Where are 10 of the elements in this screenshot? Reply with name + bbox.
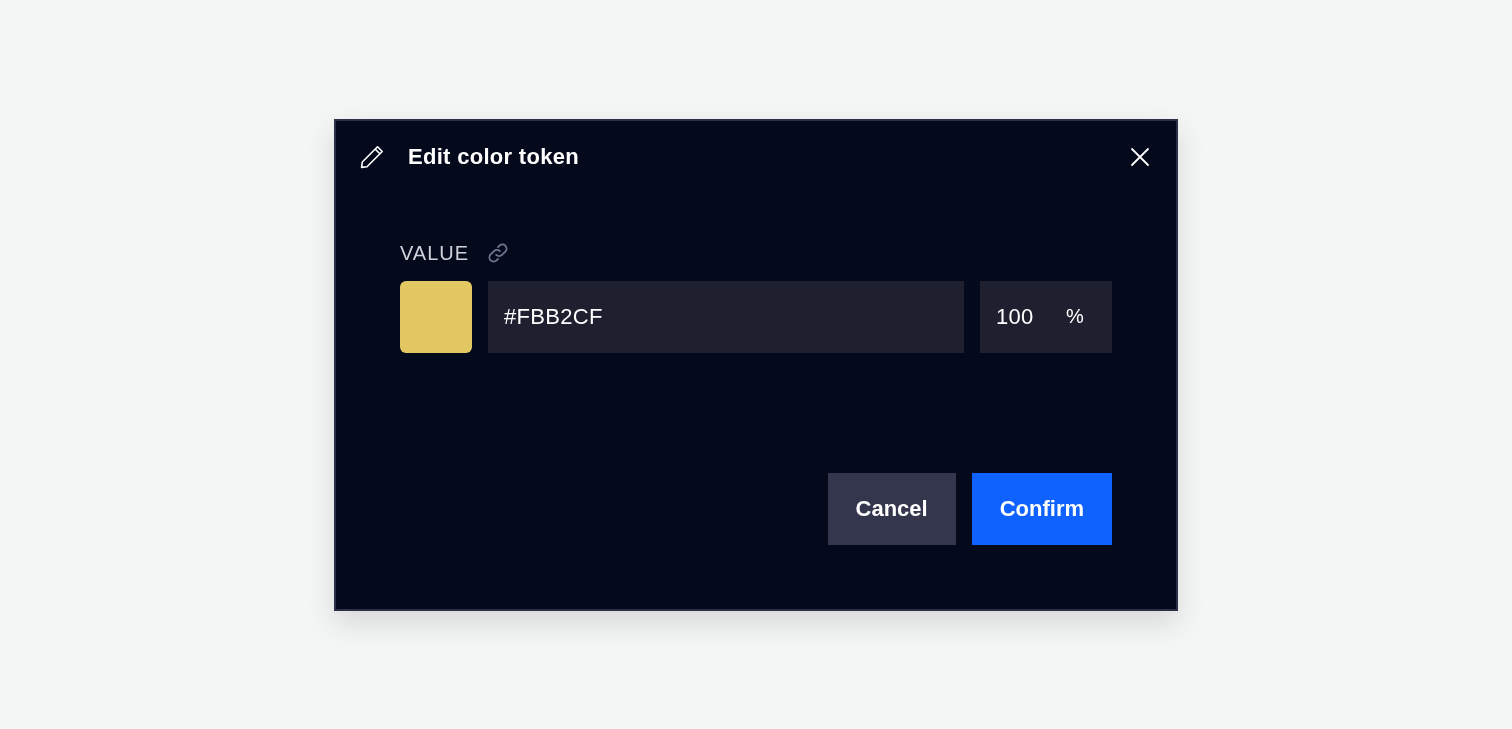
color-swatch-icon[interactable] — [400, 280, 472, 353]
opacity-input[interactable]: 100 % — [980, 280, 1112, 353]
value-label: VALUE — [400, 240, 470, 265]
percent-unit: % — [1065, 305, 1084, 328]
dialog-title: Edit color token — [408, 143, 580, 170]
pencil-icon — [360, 144, 384, 169]
confirm-button[interactable]: Confirm — [971, 472, 1112, 545]
cancel-button[interactable]: Cancel — [827, 472, 956, 545]
hex-input[interactable]: #FBB2CF — [488, 280, 964, 353]
link-icon[interactable] — [487, 241, 510, 264]
